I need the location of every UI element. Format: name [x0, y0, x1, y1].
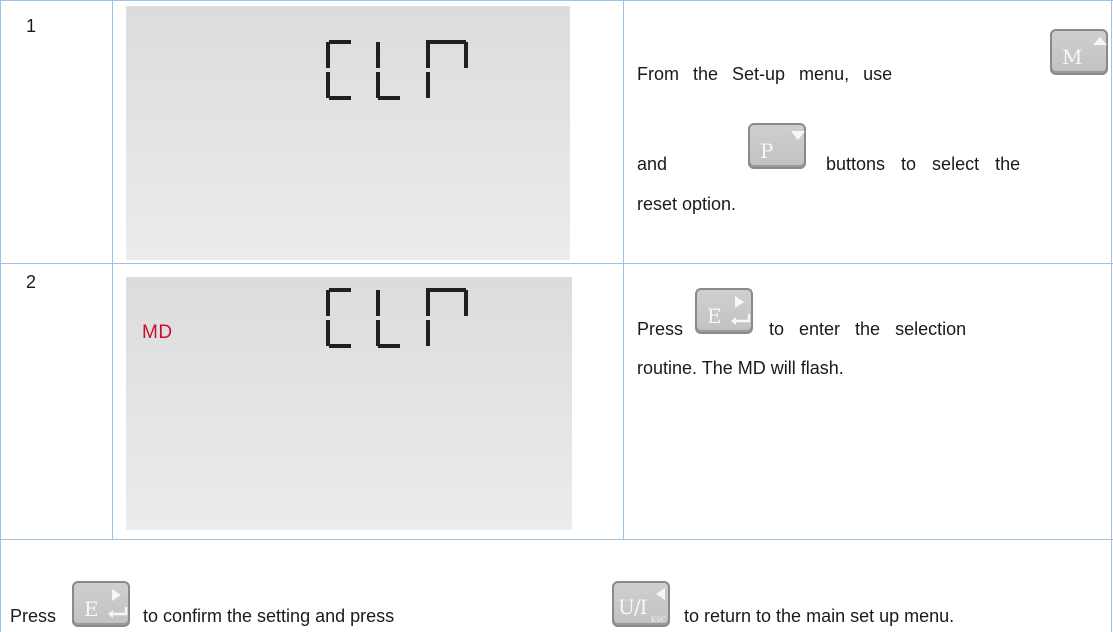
lcd-code — [326, 40, 476, 102]
right-arrow-enter-icon — [108, 589, 128, 618]
m-up-button: M — [1050, 29, 1108, 75]
table-border-row1 — [0, 263, 1113, 264]
e-enter-button: E — [72, 581, 130, 627]
p-down-button: P — [748, 123, 806, 169]
step-number: 2 — [26, 272, 37, 292]
footer-mid-label: to confirm the setting and press — [143, 606, 395, 626]
lcd-code-text: CLR — [126, 6, 127, 7]
step-description: and — [637, 154, 667, 174]
table-border-left — [0, 0, 1, 632]
step-description: routine. The MD will flash. — [637, 358, 844, 378]
footer-press-label: Press — [10, 606, 57, 626]
lcd-code — [326, 288, 476, 350]
down-arrow-icon — [791, 131, 805, 140]
lcd-display: CLR — [126, 6, 570, 260]
left-arrow-icon — [656, 588, 665, 600]
step-number: 1 — [26, 16, 37, 36]
e-enter-button: E — [695, 288, 753, 334]
description-line: From the Set-up menu, use — [637, 64, 893, 84]
description-line: to enter the selection — [769, 319, 967, 339]
footer-text: to confirm the setting and press — [143, 606, 394, 626]
step-description: reset option. — [637, 194, 736, 214]
up-arrow-icon — [1093, 37, 1107, 45]
footer-text: Press — [10, 606, 56, 626]
description-line: buttons to select the — [826, 154, 1021, 174]
right-arrow-enter-icon — [731, 296, 751, 325]
step-description: buttons to select the — [826, 154, 1020, 174]
md-indicator: MD — [142, 322, 173, 343]
description-line: routine. The MD will flash. — [637, 358, 844, 378]
footer-end-label: to return to the main set up menu. — [684, 606, 955, 626]
lcd-display: MD CLR — [126, 277, 572, 530]
table-border-col1 — [112, 0, 113, 539]
step-description: to enter the selection — [769, 319, 966, 339]
footer-text: to return to the main set up menu. — [684, 606, 954, 626]
description-line: reset option. — [637, 194, 737, 214]
table-border-top — [0, 0, 1113, 1]
table-border-row2 — [0, 539, 1113, 540]
table-border-col2 — [623, 0, 624, 539]
ui-esc-button: U/I ESC — [612, 581, 670, 627]
description-line: Press — [637, 319, 684, 339]
description-line: and — [637, 154, 668, 174]
lcd-code-text: CLR — [126, 277, 127, 278]
table-border-right — [1111, 0, 1112, 632]
step-description: From the Set-up menu, use — [637, 64, 892, 84]
step-description: Press — [637, 319, 683, 339]
